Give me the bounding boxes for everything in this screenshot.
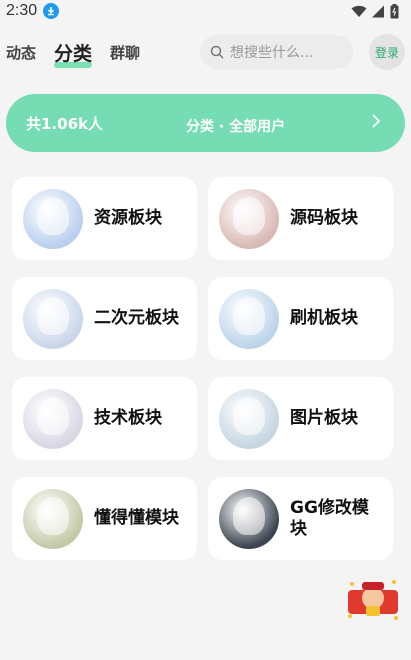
login-button[interactable]: 登录: [369, 34, 405, 70]
category-label: GG修改模块: [290, 497, 369, 539]
category-card[interactable]: 源码板块: [208, 177, 393, 260]
search-icon: [210, 45, 224, 59]
category-grid: 资源板块 源码板块 二次元板块 刷机板块 技术板块 图片板块 懂得懂模块 GG修…: [12, 177, 393, 560]
chevron-right-icon: [372, 114, 381, 128]
category-card[interactable]: 懂得懂模块: [12, 477, 197, 560]
category-label: 资源板块: [94, 208, 162, 228]
download-icon: [43, 3, 60, 19]
category-label: 二次元板块: [94, 308, 179, 328]
category-label: 源码板块: [290, 208, 358, 228]
category-card[interactable]: 二次元板块: [12, 277, 197, 360]
status-bar: 2:30: [0, 0, 411, 22]
signal-icon: [372, 5, 384, 17]
category-avatar: [23, 488, 83, 549]
category-card[interactable]: 图片板块: [208, 377, 393, 460]
top-bar: 动态 分类 群聊 想搜些什么... 登录: [0, 30, 411, 74]
tab-category-label: 分类: [54, 42, 93, 65]
search-placeholder: 想搜些什么...: [230, 45, 314, 61]
category-avatar: [23, 288, 83, 349]
category-label: 图片板块: [290, 408, 358, 428]
category-avatar: [23, 188, 83, 249]
category-avatar: [219, 388, 279, 449]
status-time: 2:30: [6, 2, 38, 19]
category-label: 技术板块: [94, 408, 162, 428]
category-card[interactable]: 刷机板块: [208, 277, 393, 360]
category-avatar: [219, 288, 279, 349]
tab-group-chat[interactable]: 群聊: [110, 42, 140, 63]
tab-category[interactable]: 分类: [54, 39, 93, 68]
banner-title: 分类 · 全部用户: [186, 119, 286, 135]
category-label: 懂得懂模块: [94, 508, 179, 528]
category-avatar: [219, 188, 279, 249]
category-avatar: [23, 388, 83, 449]
category-card[interactable]: GG修改模块: [208, 477, 393, 560]
category-banner[interactable]: 共1.06k人 分类 · 全部用户: [6, 94, 405, 152]
search-input[interactable]: 想搜些什么...: [200, 35, 353, 69]
member-count: 共1.06k人: [26, 115, 103, 133]
category-card[interactable]: 技术板块: [12, 377, 197, 460]
category-label: 刷机板块: [290, 308, 358, 328]
red-envelope-mascot-icon[interactable]: [344, 576, 402, 624]
category-avatar: [219, 488, 279, 549]
battery-icon: [390, 3, 399, 18]
wifi-icon: [351, 5, 367, 17]
category-card[interactable]: 资源板块: [12, 177, 197, 260]
tab-dynamic[interactable]: 动态: [6, 42, 36, 63]
